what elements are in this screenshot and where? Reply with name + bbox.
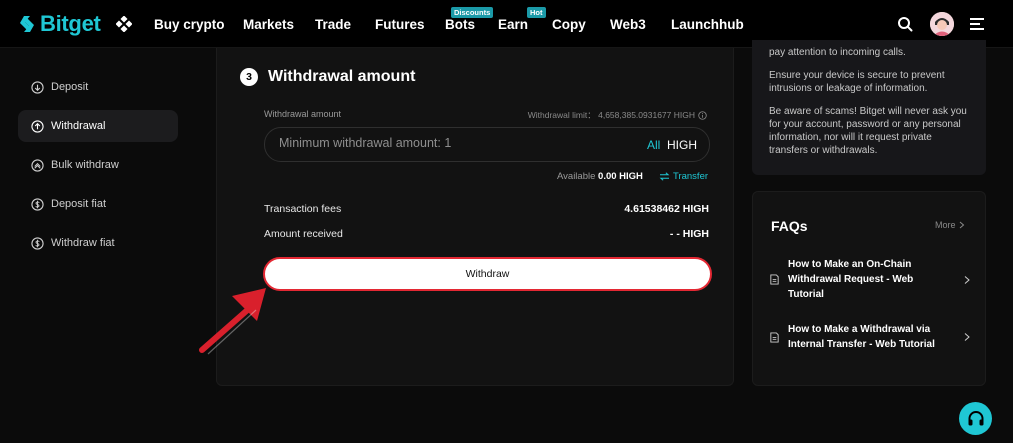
document-icon bbox=[770, 331, 779, 343]
nav-bots[interactable]: Bots bbox=[445, 17, 475, 32]
sidebar-item-label: Withdrawal bbox=[51, 120, 106, 132]
headset-icon bbox=[968, 410, 983, 425]
transfer-link[interactable]: Transfer bbox=[659, 171, 708, 182]
nav-futures[interactable]: Futures bbox=[375, 17, 425, 32]
sidebar: Deposit Withdrawal Bulk withdraw Deposit… bbox=[0, 48, 200, 443]
sidebar-item-withdraw-fiat[interactable]: Withdraw fiat bbox=[18, 227, 178, 259]
nav-trade[interactable]: Trade bbox=[315, 17, 351, 32]
deposit-fiat-icon bbox=[31, 197, 44, 211]
withdrawal-amount-input[interactable] bbox=[279, 136, 619, 150]
faq-more-link[interactable]: More bbox=[935, 220, 965, 230]
sidebar-item-deposit[interactable]: Deposit bbox=[18, 71, 178, 103]
step-number: 3 bbox=[240, 68, 258, 86]
nav-launchhub[interactable]: Launchhub bbox=[671, 17, 744, 32]
withdrawal-limit: Withdrawal limit： 4,658,385.0931677 HIGH bbox=[528, 109, 707, 121]
sidebar-item-bulk-withdraw[interactable]: Bulk withdraw bbox=[18, 149, 178, 181]
nav-copy[interactable]: Copy bbox=[552, 17, 586, 32]
bulk-withdraw-icon bbox=[31, 158, 44, 172]
menu-icon[interactable] bbox=[969, 16, 985, 32]
avatar-icon bbox=[930, 12, 954, 36]
available-value: 0.00 HIGH bbox=[598, 171, 643, 182]
nav-markets[interactable]: Markets bbox=[243, 17, 294, 32]
sidebar-item-label: Deposit bbox=[51, 81, 89, 93]
hot-badge: Hot bbox=[527, 7, 546, 18]
withdrawal-limit-text: Withdrawal limit： 4,658,385.0931677 HIGH bbox=[527, 110, 695, 120]
sidebar-item-label: Deposit fiat bbox=[51, 198, 107, 210]
avatar[interactable] bbox=[930, 12, 954, 36]
transaction-fees-value: 4.61538462 HIGH bbox=[624, 203, 709, 215]
chevron-right-icon bbox=[964, 333, 970, 341]
faq-panel: FAQs More How to Make an On-Chain Withdr… bbox=[752, 191, 986, 386]
amount-received-label: Amount received bbox=[264, 228, 343, 240]
faq-item-text: How to Make an On-Chain Withdrawal Reque… bbox=[788, 259, 914, 300]
amount-received-value: - - HIGH bbox=[669, 228, 709, 240]
info-icon[interactable] bbox=[698, 110, 707, 120]
deposit-icon bbox=[31, 80, 44, 94]
nav-web3[interactable]: Web3 bbox=[610, 17, 646, 32]
document-icon bbox=[770, 274, 779, 285]
brand-name: Bitget bbox=[40, 11, 101, 36]
all-button[interactable]: All bbox=[647, 138, 660, 152]
withdrawal-amount-panel: 3 Withdrawal amount Withdrawal amount Wi… bbox=[216, 48, 734, 386]
sidebar-item-label: Bulk withdraw bbox=[51, 159, 119, 171]
amount-label: Withdrawal amount bbox=[264, 109, 342, 119]
tip-text: Ensure your device is secure to prevent … bbox=[769, 70, 945, 94]
transfer-icon bbox=[659, 172, 670, 181]
bitget-logo[interactable]: Bitget bbox=[17, 11, 101, 37]
tip-text: Be aware of scams! Bitget will never ask… bbox=[769, 106, 967, 156]
nav-buy-crypto[interactable]: Buy crypto bbox=[154, 17, 225, 32]
chevron-right-icon bbox=[964, 275, 970, 284]
chevron-right-icon bbox=[959, 221, 964, 229]
tip-text: pay attention to incoming calls. bbox=[769, 47, 906, 58]
faq-item-text: How to Make a Withdrawal via Internal Tr… bbox=[788, 324, 935, 350]
withdraw-fiat-icon bbox=[31, 236, 44, 250]
faq-more-label: More bbox=[935, 220, 956, 230]
step-title: Withdrawal amount bbox=[268, 68, 416, 85]
withdrawal-amount-input-box: All HIGH bbox=[264, 127, 710, 162]
sidebar-item-label: Withdraw fiat bbox=[51, 237, 115, 249]
sidebar-item-deposit-fiat[interactable]: Deposit fiat bbox=[18, 188, 178, 220]
search-icon[interactable] bbox=[897, 16, 913, 32]
transaction-fees-label: Transaction fees bbox=[264, 203, 342, 215]
nav-earn[interactable]: Earn bbox=[498, 17, 528, 32]
security-tips-panel: pay attention to incoming calls. Ensure … bbox=[752, 40, 986, 175]
available-balance: Available 0.00 HIGH bbox=[557, 171, 643, 182]
transfer-label: Transfer bbox=[673, 171, 709, 182]
apps-icon[interactable] bbox=[116, 16, 132, 32]
available-label: Available bbox=[557, 171, 596, 182]
currency-unit: HIGH bbox=[667, 138, 697, 152]
withdraw-button[interactable]: Withdraw bbox=[263, 257, 712, 291]
faq-item[interactable]: How to Make a Withdrawal via Internal Tr… bbox=[769, 322, 971, 352]
bitget-logo-icon bbox=[20, 16, 34, 32]
faq-title: FAQs bbox=[771, 218, 808, 234]
withdrawal-icon bbox=[31, 119, 44, 133]
annotation-arrow-icon bbox=[199, 288, 266, 355]
customer-support-button[interactable] bbox=[959, 402, 992, 435]
sidebar-item-withdrawal[interactable]: Withdrawal bbox=[18, 110, 178, 142]
faq-item[interactable]: How to Make an On-Chain Withdrawal Reque… bbox=[769, 257, 971, 302]
